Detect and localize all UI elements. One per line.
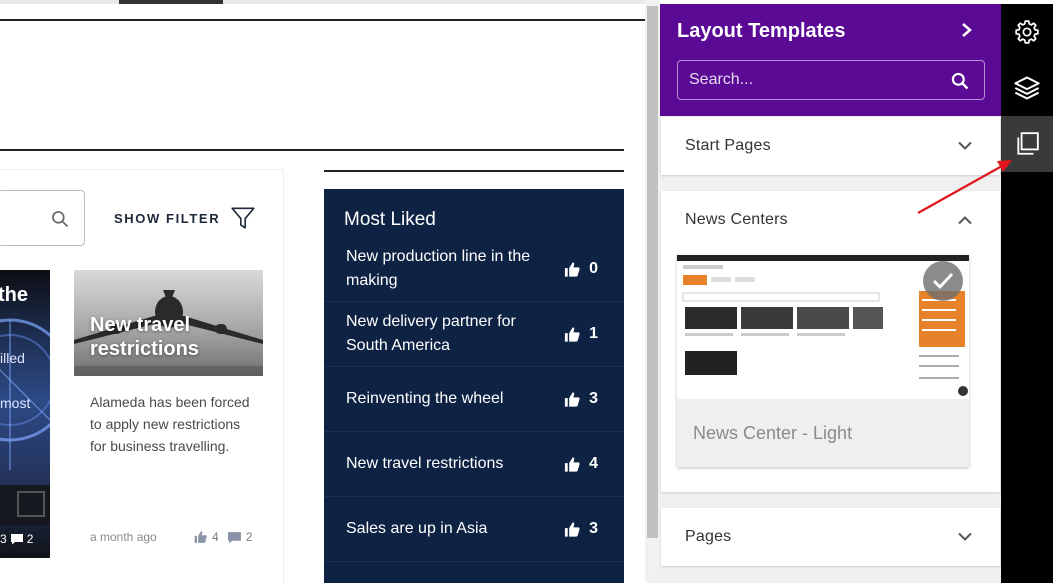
selected-check-icon (923, 261, 963, 301)
likes-count: 3 (0, 532, 7, 546)
show-filter-button[interactable]: SHOW FILTER (114, 205, 256, 231)
like-count: 3 (589, 390, 598, 407)
card-text-fragment: most (0, 395, 31, 411)
most-liked-item[interactable]: New delivery partner for South America 1 (324, 302, 624, 367)
thumbs-up-icon (194, 531, 207, 543)
accordion-header-pages[interactable]: Pages (661, 508, 1000, 566)
template-name: News Center - Light (693, 423, 853, 443)
most-liked-item-title: New delivery partner for South America (346, 313, 516, 354)
panel-header: Layout Templates (660, 4, 1001, 116)
most-liked-item-title: Reinventing the wheel (346, 390, 504, 407)
template-card[interactable]: News Center - Light (677, 255, 969, 467)
news-card-text: Alameda has been forced to apply new res… (90, 394, 250, 454)
app-window: SHOW FILTER the illed most 3 2 New trave… (0, 0, 1053, 583)
template-thumbnail (677, 255, 969, 399)
most-liked-item-likes: 4 (563, 455, 598, 473)
news-card-image[interactable]: New travel restrictions (74, 270, 263, 376)
like-count: 0 (589, 260, 598, 277)
likes-count: 4 (212, 530, 219, 544)
search-icon (52, 211, 69, 228)
accordion-start-pages: Start Pages (661, 117, 1000, 175)
most-liked-panel: Most Liked New production line in the ma… (324, 189, 624, 583)
top-bar (0, 0, 660, 4)
news-card-time: a month ago (90, 530, 157, 544)
active-tab-indicator (119, 0, 223, 4)
most-liked-item-title: New travel restrictions (346, 455, 504, 472)
layout-templates-panel: Layout Templates Start Pages News Center… (660, 4, 1001, 583)
thumbs-up-icon (565, 326, 580, 342)
most-liked-item-likes: 0 (563, 260, 598, 278)
panel-title: Layout Templates (677, 20, 846, 42)
template-search-input[interactable] (678, 61, 938, 99)
divider (0, 149, 624, 151)
most-liked-item-likes: 1 (563, 325, 598, 343)
accordion-label: News Centers (685, 211, 788, 228)
thumbs-up-icon (565, 261, 580, 277)
card-stats: 3 2 (0, 532, 33, 546)
chevron-down-icon (958, 141, 972, 150)
most-liked-item-likes: 3 (563, 390, 598, 408)
layers-icon (1014, 76, 1040, 100)
card-text-fragment: illed (0, 350, 25, 366)
collapse-panel-button[interactable] (960, 22, 974, 43)
most-liked-item[interactable]: Reinventing the wheel 3 (324, 367, 624, 432)
most-liked-item-likes: 3 (563, 520, 598, 538)
ferris-wheel-image (0, 318, 50, 525)
chevron-right-icon (962, 23, 972, 37)
news-card-stats: 4 2 (193, 530, 252, 544)
like-count: 1 (589, 325, 598, 342)
chevron-down-icon (958, 532, 972, 541)
news-card-image-partial[interactable]: the illed most 3 2 (0, 270, 50, 558)
card-title-fragment: the (0, 284, 28, 306)
thumbs-up-icon (565, 521, 580, 537)
most-liked-title: Most Liked (344, 209, 436, 230)
thumbs-up-icon (565, 391, 580, 407)
accordion-label: Start Pages (685, 137, 771, 154)
gear-icon (1015, 20, 1039, 44)
chevron-up-icon (958, 216, 972, 225)
most-liked-item[interactable]: Sales are up in Asia 3 (324, 497, 624, 562)
accordion-header-start-pages[interactable]: Start Pages (661, 117, 1000, 175)
accordion-pages: Pages (661, 508, 1000, 566)
search-icon[interactable] (950, 71, 970, 91)
tool-rail (1001, 4, 1053, 583)
scrollbar-thumb[interactable] (647, 6, 658, 538)
divider (324, 170, 624, 172)
layout-templates-button[interactable] (1001, 116, 1053, 172)
news-card-title: New travel restrictions (90, 314, 199, 360)
thumbs-up-icon (565, 456, 580, 472)
comments-count: 2 (26, 532, 34, 546)
most-liked-item-title: Sales are up in Asia (346, 520, 488, 537)
most-liked-item[interactable]: New travel restrictions 4 (324, 432, 624, 497)
divider (0, 19, 645, 21)
most-liked-item-title: New production line in the making (346, 248, 531, 289)
news-search-input[interactable] (0, 190, 85, 246)
copy-icon (1017, 132, 1039, 155)
like-count: 4 (589, 455, 598, 472)
accordion-label: Pages (685, 528, 732, 545)
settings-button[interactable] (1001, 4, 1053, 60)
show-filter-label: SHOW FILTER (114, 210, 221, 226)
accordion-news-centers: News Centers News Center - Light (661, 191, 1000, 492)
comments-count: 2 (245, 530, 253, 544)
comment-icon (10, 534, 23, 545)
layers-button[interactable] (1001, 60, 1053, 116)
filter-icon (231, 207, 255, 229)
accordion-header-news-centers[interactable]: News Centers (661, 191, 1000, 249)
template-search-field[interactable] (677, 60, 985, 100)
comment-icon (227, 531, 241, 543)
most-liked-item[interactable]: New production line in the making 0 (324, 237, 624, 302)
like-count: 3 (589, 520, 598, 537)
